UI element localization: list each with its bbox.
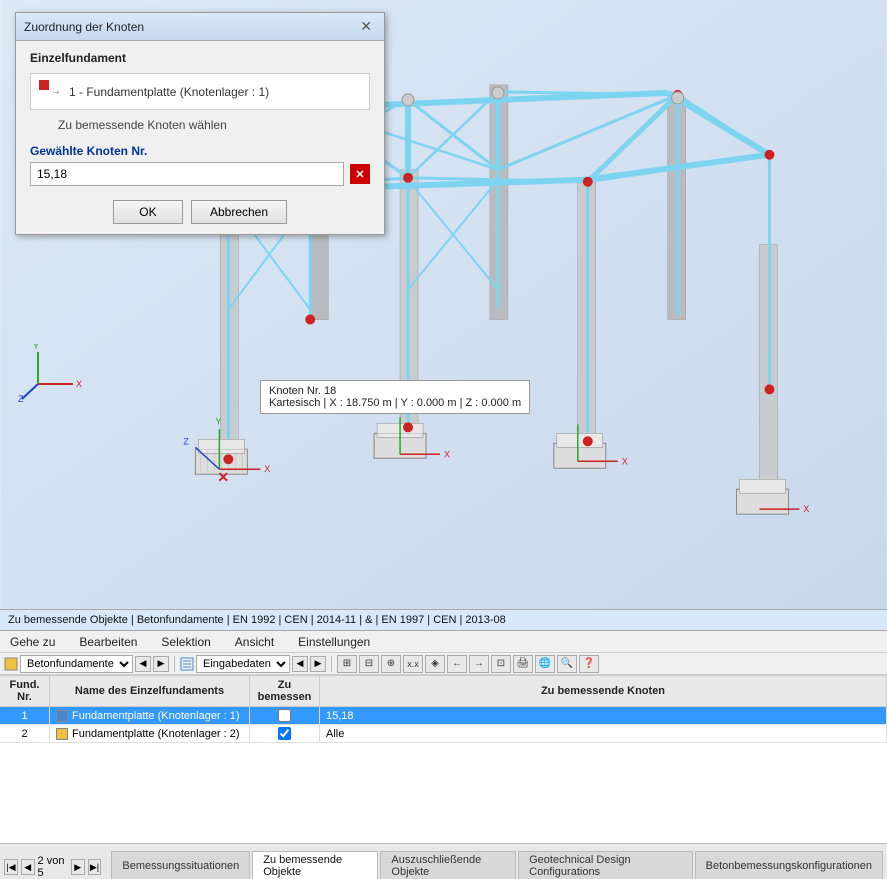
view-icon bbox=[180, 657, 194, 671]
menu-goto[interactable]: Gehe zu bbox=[6, 633, 59, 651]
page-first-btn[interactable]: |◀ bbox=[4, 859, 18, 875]
tool-btn-5[interactable]: ◈ bbox=[425, 655, 445, 673]
toolbar: Betonfundamente ◀ ▶ Eingabedaten ◀ ▶ ⊞ ⊟… bbox=[0, 653, 887, 675]
tool-btn-2[interactable]: ⊟ bbox=[359, 655, 379, 673]
dialog-item-row: → 1 - Fundamentplatte (Knotenlager : 1) bbox=[30, 73, 370, 110]
status-text: Zu bemessende Objekte | Betonfundamente … bbox=[8, 614, 506, 626]
menubar: Gehe zu Bearbeiten Selektion Ansicht Ein… bbox=[0, 631, 887, 653]
tool-btn-8[interactable]: ⊡ bbox=[491, 655, 511, 673]
dialog-item-text: 1 - Fundamentplatte (Knotenlager : 1) bbox=[69, 85, 269, 99]
svg-text:Y: Y bbox=[215, 416, 221, 426]
tab-betonbemessungskonfigurationen[interactable]: Betonbemessungskonfigurationen bbox=[695, 851, 883, 879]
page-navigation: |◀ ◀ 2 von 5 ▶ ▶| bbox=[4, 855, 101, 879]
cell-nr-1: 1 bbox=[0, 707, 50, 724]
col-header-knoten: Zu bemessende Knoten bbox=[320, 676, 887, 706]
table-row[interactable]: 2 Fundamentplatte (Knotenlager : 2) Alle bbox=[0, 725, 887, 743]
tab-auszuschliessende-objekte[interactable]: Auszuschließende Objekte bbox=[380, 851, 516, 879]
axis-indicator: X Y Z bbox=[18, 344, 88, 404]
checkbox-1[interactable] bbox=[278, 709, 291, 722]
module-icon bbox=[4, 657, 18, 671]
tool-btn-10[interactable]: 🌐 bbox=[535, 655, 555, 673]
col-header-nr: Fund. Nr. bbox=[0, 676, 50, 706]
svg-text:X: X bbox=[76, 379, 82, 389]
dialog-instruction: Zu bemessende Knoten wählen bbox=[58, 118, 370, 132]
table-area: Fund. Nr. Name des Einzelfundaments Zu b… bbox=[0, 675, 887, 843]
tool-btn-6[interactable]: ← bbox=[447, 655, 467, 673]
cell-checkbox-1[interactable] bbox=[250, 707, 320, 724]
tool-btn-7[interactable]: → bbox=[469, 655, 489, 673]
tab-geotechnical[interactable]: Geotechnical Design Configurations bbox=[518, 851, 693, 879]
bottom-tabs: |◀ ◀ 2 von 5 ▶ ▶| Bemessungssituationen … bbox=[0, 843, 887, 879]
tool-btn-9[interactable]: 🖨 bbox=[513, 655, 533, 673]
tooltip-line1: Knoten Nr. 18 bbox=[269, 385, 521, 397]
cell-knoten-2: Alle bbox=[320, 725, 887, 742]
checkbox-2[interactable] bbox=[278, 727, 291, 740]
ok-button[interactable]: OK bbox=[113, 200, 183, 224]
cell-nr-2: 2 bbox=[0, 725, 50, 742]
tooltip-line2: Kartesisch | X : 18.750 m | Y : 0.000 m … bbox=[269, 397, 521, 409]
dialog-titlebar: Zuordnung der Knoten ✕ bbox=[16, 13, 384, 41]
svg-text:X: X bbox=[622, 456, 628, 466]
svg-text:X: X bbox=[444, 449, 450, 459]
view-prev-btn[interactable]: ◀ bbox=[292, 656, 308, 672]
svg-text:X: X bbox=[264, 464, 270, 474]
toolbar-sep-2 bbox=[331, 656, 332, 672]
module-next-btn[interactable]: ▶ bbox=[153, 656, 169, 672]
clear-button[interactable] bbox=[350, 164, 370, 184]
module-prev-btn[interactable]: ◀ bbox=[135, 656, 151, 672]
tool-btn-1[interactable]: ⊞ bbox=[337, 655, 357, 673]
menu-selection[interactable]: Selektion bbox=[157, 633, 214, 651]
svg-text:X: X bbox=[803, 504, 809, 514]
dialog-close-button[interactable]: ✕ bbox=[356, 18, 376, 35]
svg-text:Z: Z bbox=[183, 436, 189, 446]
cell-knoten-1: 15,18 bbox=[320, 707, 887, 724]
svg-text:✕: ✕ bbox=[217, 469, 229, 485]
menu-settings[interactable]: Einstellungen bbox=[294, 633, 374, 651]
cell-checkbox-2[interactable] bbox=[250, 725, 320, 742]
table-header: Fund. Nr. Name des Einzelfundaments Zu b… bbox=[0, 676, 887, 707]
row-icon-1 bbox=[56, 710, 68, 722]
cell-name-1: Fundamentplatte (Knotenlager : 1) bbox=[50, 707, 250, 724]
tool-btn-3[interactable]: ⊕ bbox=[381, 655, 401, 673]
col-header-zu-bemessen: Zu bemessen bbox=[250, 676, 320, 706]
page-info: 2 von 5 bbox=[38, 855, 68, 879]
table-row[interactable]: 1 Fundamentplatte (Knotenlager : 1) 15,1… bbox=[0, 707, 887, 725]
dialog-section-label: Einzelfundament bbox=[30, 51, 370, 65]
coordinate-tooltip: Knoten Nr. 18 Kartesisch | X : 18.750 m … bbox=[260, 380, 530, 414]
view-select[interactable]: Eingabedaten bbox=[196, 655, 290, 673]
status-bar: Zu bemessende Objekte | Betonfundamente … bbox=[0, 609, 887, 631]
dialog-input-label: Gewählte Knoten Nr. bbox=[30, 144, 370, 158]
view-next-btn[interactable]: ▶ bbox=[310, 656, 326, 672]
svg-text:→: → bbox=[51, 86, 61, 97]
dialog-zuordnung: Zuordnung der Knoten ✕ Einzelfundament →… bbox=[15, 12, 385, 235]
page-next-btn[interactable]: ▶ bbox=[71, 859, 85, 875]
tab-bemessungssituationen[interactable]: Bemessungssituationen bbox=[111, 851, 250, 879]
row-icon-2 bbox=[56, 728, 68, 740]
tool-btn-11[interactable]: 🔍 bbox=[557, 655, 577, 673]
dialog-title: Zuordnung der Knoten bbox=[24, 20, 144, 34]
svg-text:Y: Y bbox=[33, 344, 39, 351]
cell-name-2: Fundamentplatte (Knotenlager : 2) bbox=[50, 725, 250, 742]
menu-view[interactable]: Ansicht bbox=[231, 633, 278, 651]
knoten-input[interactable] bbox=[30, 162, 344, 186]
tool-btn-4[interactable]: x.x bbox=[403, 655, 423, 673]
svg-text:Z: Z bbox=[18, 394, 24, 404]
cancel-button[interactable]: Abbrechen bbox=[191, 200, 287, 224]
page-prev-btn[interactable]: ◀ bbox=[21, 859, 35, 875]
dialog-item-icon: → bbox=[37, 78, 61, 105]
toolbar-sep-1 bbox=[174, 656, 175, 672]
page-last-btn[interactable]: ▶| bbox=[88, 859, 102, 875]
menu-edit[interactable]: Bearbeiten bbox=[75, 633, 141, 651]
tab-zu-bemessende-objekte[interactable]: Zu bemessende Objekte bbox=[252, 851, 378, 879]
tool-btn-12[interactable]: ❓ bbox=[579, 655, 599, 673]
module-select[interactable]: Betonfundamente bbox=[20, 655, 133, 673]
col-header-name: Name des Einzelfundaments bbox=[50, 676, 250, 706]
